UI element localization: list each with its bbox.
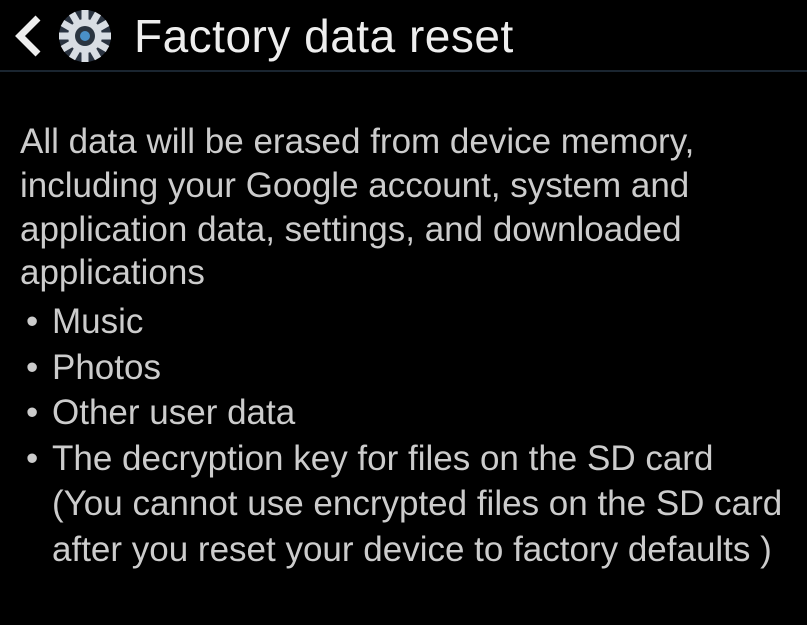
- list-item: Photos: [24, 345, 787, 391]
- chevron-left-icon: [12, 12, 46, 60]
- page-title: Factory data reset: [134, 9, 514, 63]
- list-item-text: Other user data: [52, 393, 295, 432]
- list-item: Music: [24, 299, 787, 345]
- list-item-text: Photos: [52, 348, 161, 387]
- list-item: The decryption key for files on the SD c…: [24, 436, 787, 573]
- header-bar: Factory data reset: [0, 0, 807, 72]
- list-item-text: Music: [52, 302, 143, 341]
- list-item: Other user data: [24, 390, 787, 436]
- intro-text: All data will be erased from device memo…: [20, 120, 787, 295]
- settings-gear-icon: [56, 7, 114, 65]
- bullet-list: Music Photos Other user data The decrypt…: [20, 299, 787, 572]
- list-item-note: (You cannot use encrypted files on the S…: [52, 481, 787, 572]
- list-item-text: The decryption key for files on the SD c…: [52, 439, 713, 478]
- back-button[interactable]: [12, 12, 52, 60]
- content-area: All data will be erased from device memo…: [0, 72, 807, 572]
